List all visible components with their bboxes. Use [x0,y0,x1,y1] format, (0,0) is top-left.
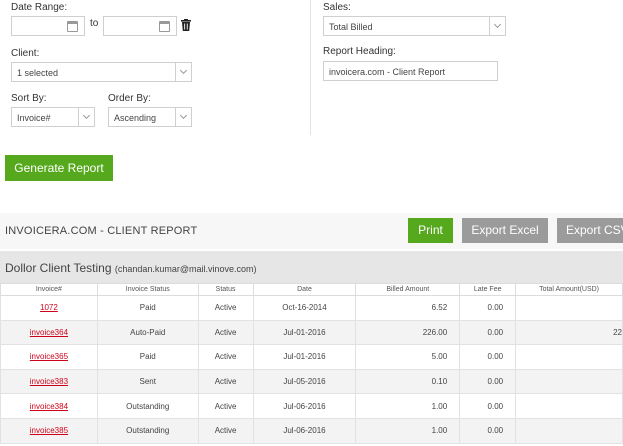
invoice-status-cell: Outstanding [96,417,199,444]
client-email: (chandan.kumar@mail.vinove.com) [114,264,257,274]
total-amount-cell [515,417,623,444]
column-header[interactable]: Date [252,283,357,296]
late-fee-cell: 0.00 [459,319,517,346]
date-cell: Jul-06-2016 [252,417,357,444]
column-divider [310,0,311,135]
column-header[interactable]: Total Amount(USD) [515,283,623,296]
order-by-label: Order By: [108,93,151,104]
client-select[interactable]: 1 selected [11,62,192,82]
date-cell: Jul-01-2016 [252,319,357,346]
total-amount-cell: 22 [515,319,623,346]
late-fee-cell: 0.00 [459,393,517,419]
date-cell: Jul-01-2016 [252,344,357,370]
trash-icon[interactable] [181,19,191,31]
total-amount-cell [515,295,623,321]
sales-label: Sales: [323,2,351,13]
billed-amount-cell: 5.00 [355,344,461,370]
status-cell: Active [197,393,254,419]
date-cell: Oct-16-2014 [252,295,357,321]
total-amount-cell [515,393,623,419]
table-header-row: Invoice# Invoice Status Status Date Bill… [0,283,623,296]
export-csv-button[interactable]: Export CSV [557,218,623,243]
column-header[interactable]: Billed Amount [355,283,461,296]
invoice-status-cell: Outstanding [96,393,199,419]
status-cell: Active [197,319,254,346]
date-cell: Jul-05-2016 [252,368,357,395]
chevron-down-icon [175,108,191,126]
sales-select[interactable]: Total Billed [323,16,506,36]
billed-amount-cell: 6.52 [355,295,461,321]
invoice-status-cell: Sent [96,368,199,395]
column-header[interactable]: Invoice Status [96,283,199,296]
sort-by-label: Sort By: [11,93,47,104]
invoice-link[interactable]: invoice383 [30,377,68,386]
chevron-down-icon [489,17,505,35]
table-row: invoice365 Paid Active Jul-01-2016 5.00 … [0,344,623,370]
billed-amount-cell: 226.00 [355,319,461,346]
client-name: Dollor Client Testing [5,261,112,275]
column-header[interactable]: Late Fee [459,283,517,296]
invoice-link[interactable]: invoice384 [30,402,68,411]
invoice-status-cell: Paid [96,295,199,321]
invoice-status-cell: Paid [96,344,199,370]
total-amount-cell [515,368,623,395]
print-button[interactable]: Print [408,218,453,243]
date-from-input[interactable] [11,16,85,36]
calendar-icon[interactable] [67,21,78,32]
invoice-link[interactable]: invoice365 [30,352,68,361]
date-to-input[interactable] [103,16,177,36]
status-cell: Active [197,295,254,321]
table-row: invoice364 Auto-Paid Active Jul-01-2016 … [0,319,623,346]
export-excel-button[interactable]: Export Excel [462,218,548,243]
invoice-status-cell: Auto-Paid [96,319,199,346]
table-row: invoice385 Outstanding Active Jul-06-201… [0,417,623,444]
status-cell: Active [197,417,254,444]
date-range-label: Date Range: [11,2,68,13]
billed-amount-cell: 0.10 [355,368,461,395]
report-heading-label: Report Heading: [323,46,396,57]
report-heading-input[interactable]: invoicera.com - Client Report [323,61,498,81]
sort-by-select[interactable]: Invoice# [11,107,95,127]
status-cell: Active [197,344,254,370]
table-row: invoice383 Sent Active Jul-05-2016 0.10 … [0,368,623,395]
table-row: invoice384 Outstanding Active Jul-06-201… [0,393,623,419]
client-header: Dollor Client Testing (chandan.kumar@mai… [0,251,623,283]
to-label: to [90,18,99,29]
chevron-down-icon [78,108,94,126]
date-cell: Jul-06-2016 [252,393,357,419]
invoice-link[interactable]: 1072 [40,303,58,312]
total-amount-cell [515,344,623,370]
late-fee-cell: 0.00 [459,417,517,444]
chevron-down-icon [175,63,191,81]
generate-report-button[interactable]: Generate Report [5,155,113,181]
invoice-link[interactable]: invoice364 [30,328,68,337]
status-cell: Active [197,368,254,395]
late-fee-cell: 0.00 [459,368,517,395]
column-header[interactable]: Status [197,283,254,296]
billed-amount-cell: 1.00 [355,417,461,444]
client-report-table: Invoice# Invoice Status Status Date Bill… [0,283,623,444]
invoice-link[interactable]: invoice385 [30,426,68,435]
table-row: 1072 Paid Active Oct-16-2014 6.52 0.00 [0,295,623,321]
report-title: INVOICERA.COM - CLIENT REPORT [5,225,198,237]
calendar-icon[interactable] [159,21,170,32]
order-by-select[interactable]: Ascending [108,107,192,127]
column-header[interactable]: Invoice# [0,283,98,296]
late-fee-cell: 0.00 [459,295,517,321]
billed-amount-cell: 1.00 [355,393,461,419]
client-label: Client: [11,48,40,59]
late-fee-cell: 0.00 [459,344,517,370]
